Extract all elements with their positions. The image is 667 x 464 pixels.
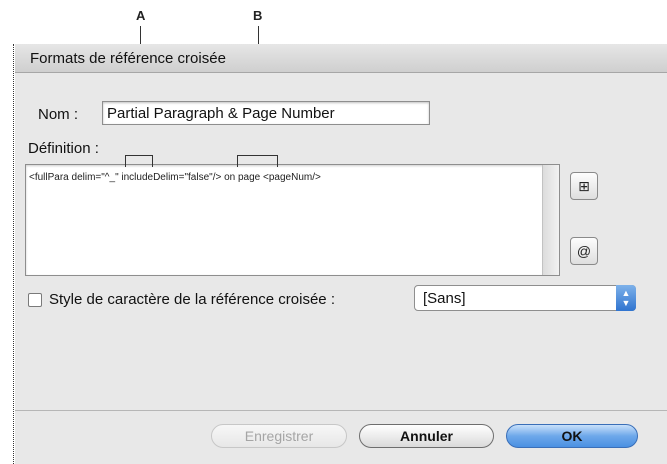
callout-b-bracket-left [237,155,238,167]
cross-reference-formats-dialog: Formats de référence croisée Nom : Parti… [15,44,667,464]
chevron-updown-icon: ▲ ▼ [616,285,636,311]
cancel-button[interactable]: Annuler [359,424,494,448]
special-character-icon: @ [576,243,592,259]
callout-a-bracket-left [125,155,126,167]
dotted-margin [13,44,14,464]
char-style-checkbox[interactable] [28,293,42,307]
char-style-select[interactable]: [Sans] ▲ ▼ [414,285,636,311]
button-divider [15,410,667,411]
title-bar: Formats de référence croisée [15,44,667,73]
save-button[interactable]: Enregistrer [211,424,347,448]
name-label: Nom : [38,106,79,123]
callout-a-bracket [125,155,153,156]
char-style-value: [Sans] [423,290,466,307]
callout-a-label: A [136,8,146,23]
special-character-button[interactable]: @ [570,237,598,265]
callout-b-bracket-right [277,155,278,167]
insert-tag-button[interactable]: ⊞ [570,172,598,200]
definition-text: <fullPara delim="^_" includeDelim="false… [29,172,321,183]
callout-b-label: B [253,8,263,23]
definition-scrollbar[interactable] [542,165,559,275]
callout-a-bracket-right [152,155,153,167]
definition-textarea[interactable]: <fullPara delim="^_" includeDelim="false… [25,164,560,276]
char-style-label: Style de caractère de la référence crois… [49,291,335,308]
name-field[interactable]: Partial Paragraph & Page Number [102,101,430,125]
ok-button[interactable]: OK [506,424,638,448]
dialog-title: Formats de référence croisée [30,50,226,67]
callout-b-bracket [237,155,278,156]
insert-tag-icon: ⊞ [578,178,590,194]
definition-label: Définition : [28,140,99,157]
